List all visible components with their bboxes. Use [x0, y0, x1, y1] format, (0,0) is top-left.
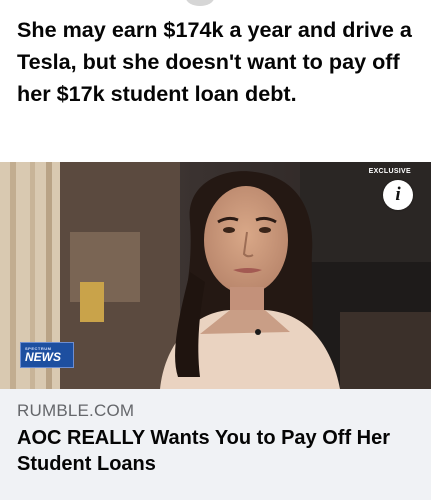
exclusive-badge: EXCLUSIVE — [368, 168, 411, 175]
channel-logo: SPECTRUM NEWS — [20, 342, 74, 368]
link-domain: RUMBLE.COM — [17, 401, 135, 420]
previous-content-edge — [186, 0, 214, 6]
link-caption[interactable]: RUMBLE.COM AOC REALLY Wants You to Pay O… — [0, 389, 431, 500]
scroll-edge-indicator — [0, 0, 431, 8]
link-preview-card[interactable]: EXCLUSIVE i SPECTRUM NEWS RUMBLE.COM AOC… — [0, 162, 431, 500]
channel-logo-big-text: NEWS — [25, 350, 61, 364]
info-icon[interactable]: i — [383, 180, 413, 210]
link-headline[interactable]: AOC REALLY Wants You to Pay Off Her Stud… — [17, 425, 422, 477]
link-preview-image[interactable]: EXCLUSIVE i SPECTRUM NEWS — [0, 162, 431, 389]
post-text: She may earn $174k a year and drive a Te… — [17, 17, 412, 106]
